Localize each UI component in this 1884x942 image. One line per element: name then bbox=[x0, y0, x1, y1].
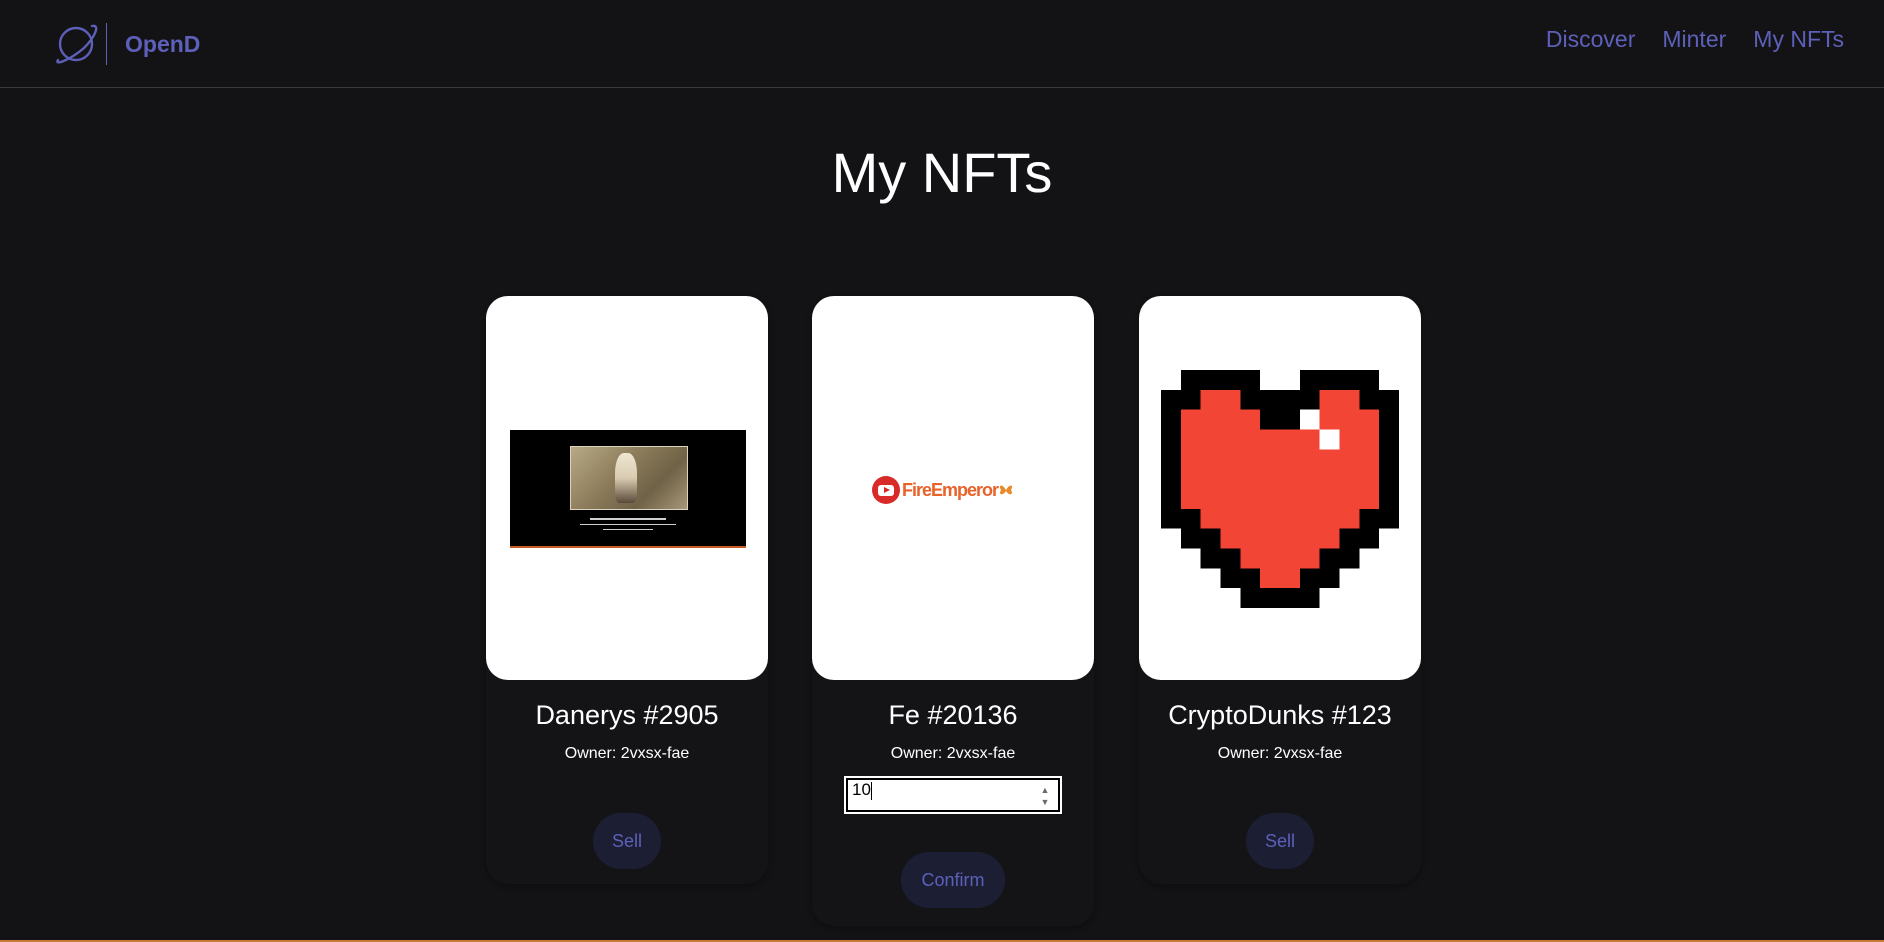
brand-divider bbox=[106, 23, 107, 65]
main-nav: Discover Minter My NFTs bbox=[1519, 26, 1844, 53]
sell-button[interactable]: Sell bbox=[593, 813, 661, 869]
planet-icon bbox=[56, 24, 98, 64]
nft-name: Danerys #2905 bbox=[535, 700, 719, 730]
thumbnail-caption-line bbox=[590, 518, 666, 520]
page-title: My NFTs bbox=[831, 141, 1053, 204]
thumbnail-caption-line bbox=[603, 529, 653, 530]
nft-name: CryptoDunks #123 bbox=[1168, 700, 1392, 730]
pixel-heart bbox=[1161, 370, 1399, 608]
thumbnail-caption-line bbox=[580, 524, 676, 525]
price-value: 10 bbox=[852, 780, 871, 799]
header: OpenD Discover Minter My NFTs bbox=[0, 0, 1884, 88]
sell-button[interactable]: Sell bbox=[1246, 813, 1314, 869]
youtube-icon bbox=[872, 476, 900, 504]
nft-owner: Owner: 2vxsx-fae bbox=[1217, 745, 1343, 762]
daenerys-thumbnail bbox=[510, 430, 746, 548]
brand-name: OpenD bbox=[125, 30, 201, 57]
nft-card: Danerys #2905 Owner: 2vxsx-fae Sell bbox=[486, 296, 768, 884]
butterfly-icon bbox=[999, 485, 1013, 495]
nft-card: FireEmperor Fe #20136 Owner: 2vxsx-fae 1… bbox=[812, 296, 1094, 926]
brand[interactable]: OpenD bbox=[52, 20, 200, 68]
number-spinner[interactable]: ▲ ▼ bbox=[1040, 784, 1050, 808]
nft-owner: Owner: 2vxsx-fae bbox=[564, 745, 690, 762]
price-input[interactable]: 10 ▲ ▼ bbox=[844, 776, 1062, 814]
confirm-button[interactable]: Confirm bbox=[901, 852, 1005, 908]
thumbnail-photo bbox=[570, 446, 688, 510]
nft-owner: Owner: 2vxsx-fae bbox=[890, 745, 1016, 762]
fireemperor-logo: FireEmperor bbox=[872, 476, 1014, 504]
nav-discover[interactable]: Discover bbox=[1546, 26, 1635, 53]
nft-image[interactable] bbox=[1139, 296, 1421, 680]
nav-my-nfts[interactable]: My NFTs bbox=[1753, 26, 1844, 53]
page: OpenD Discover Minter My NFTs My NFTs Da… bbox=[0, 0, 1884, 942]
nft-card: CryptoDunks #123 Owner: 2vxsx-fae Sell bbox=[1139, 296, 1421, 884]
nav-minter[interactable]: Minter bbox=[1662, 26, 1726, 53]
nft-image[interactable] bbox=[486, 296, 768, 680]
logo-text: FireEmperor bbox=[902, 479, 999, 500]
nft-name: Fe #20136 bbox=[888, 700, 1018, 730]
nft-image[interactable]: FireEmperor bbox=[812, 296, 1094, 680]
